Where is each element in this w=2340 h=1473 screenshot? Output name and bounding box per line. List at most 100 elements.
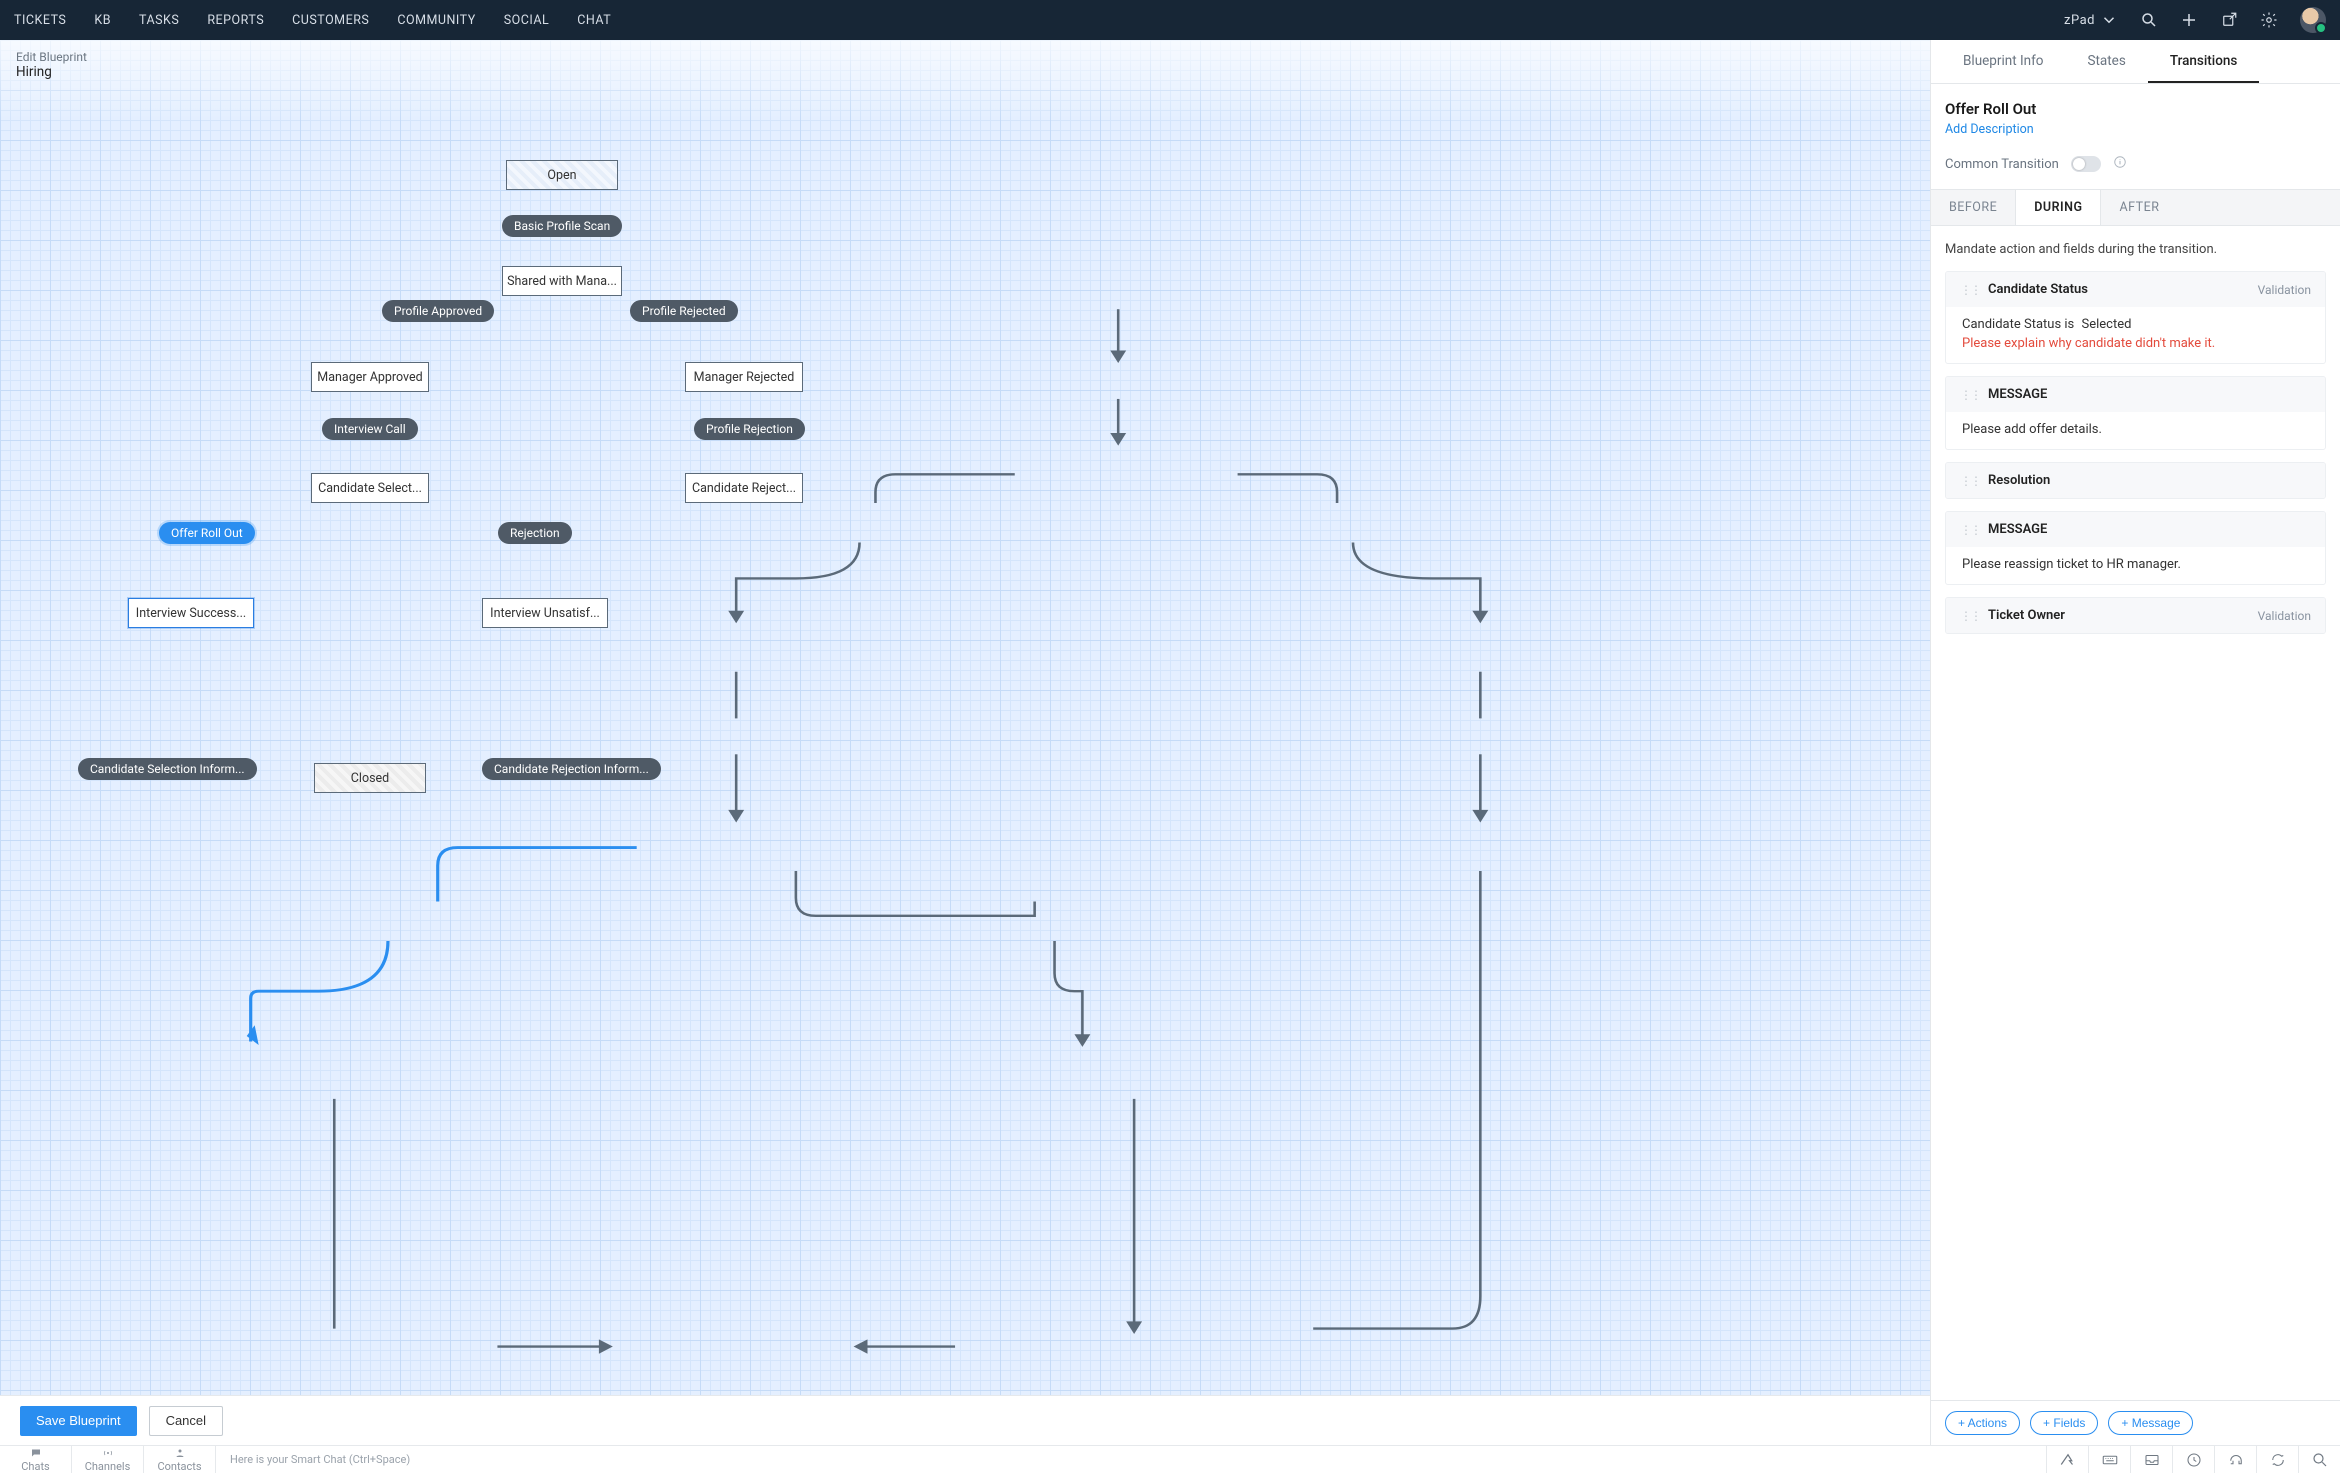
right-panel: Blueprint Info States Transitions Offer … <box>1930 40 2340 1445</box>
nav-chat[interactable]: CHAT <box>577 13 611 28</box>
state-cand-reject[interactable]: Candidate Reject... <box>685 473 803 503</box>
clock-icon[interactable] <box>2172 1446 2214 1473</box>
phase-helper-text: Mandate action and fields during the tra… <box>1945 242 2326 257</box>
card-resolution[interactable]: ⋮⋮ Resolution <box>1945 462 2326 499</box>
add-fields-button[interactable]: + Fields <box>2030 1411 2098 1435</box>
bottom-bar: Chats Channels Contacts Here is your Sma… <box>0 1445 2340 1473</box>
nav-kb[interactable]: KB <box>94 13 111 28</box>
common-transition-toggle[interactable] <box>2071 156 2101 172</box>
nav-customers[interactable]: CUSTOMERS <box>292 13 369 28</box>
blueprint-canvas[interactable]: Open Shared with Mana... Manager Approve… <box>0 40 1930 1395</box>
validation-badge: Validation <box>2258 283 2311 297</box>
top-nav: TICKETS KB TASKS REPORTS CUSTOMERS COMMU… <box>0 0 2340 40</box>
refresh-icon[interactable] <box>2256 1446 2298 1473</box>
nav-reports[interactable]: REPORTS <box>207 13 264 28</box>
rp-footer: + Actions + Fields + Message <box>1931 1400 2340 1445</box>
state-mgr-approved[interactable]: Manager Approved <box>311 362 429 392</box>
phase-before[interactable]: BEFORE <box>1931 190 2015 225</box>
drag-handle-icon[interactable]: ⋮⋮ <box>1960 609 1980 623</box>
phase-after[interactable]: AFTER <box>2101 190 2177 225</box>
plus-icon[interactable] <box>2180 11 2198 29</box>
gear-icon[interactable] <box>2260 11 2278 29</box>
avatar[interactable] <box>2300 7 2326 33</box>
tab-states[interactable]: States <box>2065 40 2147 83</box>
rp-title: Offer Roll Out <box>1945 100 2326 118</box>
bottom-right-icons <box>2046 1446 2340 1473</box>
trans-offer-rollout[interactable]: Offer Roll Out <box>159 522 255 544</box>
state-label: Candidate Reject... <box>692 481 796 496</box>
state-label: Closed <box>351 771 389 786</box>
card-message-1[interactable]: ⋮⋮ MESSAGE Please add offer details. <box>1945 376 2326 450</box>
card-ticket-owner[interactable]: ⋮⋮ Ticket Owner Validation <box>1945 597 2326 634</box>
smart-chat-placeholder: Here is your Smart Chat (Ctrl+Space) <box>230 1453 410 1466</box>
state-cand-select[interactable]: Candidate Select... <box>311 473 429 503</box>
trans-profile-approved[interactable]: Profile Approved <box>382 300 494 322</box>
card-title: MESSAGE <box>1988 522 2047 537</box>
workspace-switcher[interactable]: zPad <box>2064 11 2118 29</box>
trans-basic-scan[interactable]: Basic Profile Scan <box>502 215 622 237</box>
keyboard-icon[interactable] <box>2088 1446 2130 1473</box>
trans-cand-rej-inform[interactable]: Candidate Rejection Inform... <box>482 758 661 780</box>
trans-cand-sel-inform[interactable]: Candidate Selection Inform... <box>78 758 257 780</box>
card-title: Ticket Owner <box>1988 608 2065 623</box>
state-int-success[interactable]: Interview Success... <box>128 598 254 628</box>
nav-items: TICKETS KB TASKS REPORTS CUSTOMERS COMMU… <box>14 13 611 28</box>
state-open[interactable]: Open <box>506 160 618 190</box>
drag-handle-icon[interactable]: ⋮⋮ <box>1960 523 1980 537</box>
drag-handle-icon[interactable]: ⋮⋮ <box>1960 474 1980 488</box>
save-button[interactable]: Save Blueprint <box>20 1406 137 1436</box>
phase-during[interactable]: DURING <box>2015 190 2101 225</box>
topnav-right: zPad <box>2064 7 2326 33</box>
rp-tabs: Blueprint Info States Transitions <box>1931 40 2340 84</box>
trans-rejection[interactable]: Rejection <box>498 522 572 544</box>
tab-chats[interactable]: Chats <box>0 1446 72 1473</box>
trans-profile-rejected[interactable]: Profile Rejected <box>630 300 738 322</box>
card-message-2[interactable]: ⋮⋮ MESSAGE Please reassign ticket to HR … <box>1945 511 2326 585</box>
tab-channels[interactable]: Channels <box>72 1446 144 1473</box>
state-label: Interview Success... <box>136 606 246 621</box>
person-icon <box>173 1447 187 1459</box>
nav-social[interactable]: SOCIAL <box>504 13 550 28</box>
search-icon[interactable] <box>2140 11 2158 29</box>
tray-icon[interactable] <box>2130 1446 2172 1473</box>
state-int-unsat[interactable]: Interview Unsatisf... <box>482 598 608 628</box>
diagram: Open Shared with Mana... Manager Approve… <box>0 40 1930 1395</box>
tab-label: Contacts <box>157 1460 201 1473</box>
edit-header: Edit Blueprint Hiring <box>0 40 103 92</box>
cancel-button[interactable]: Cancel <box>149 1406 223 1436</box>
trans-interview-call[interactable]: Interview Call <box>322 418 418 440</box>
main: Edit Blueprint Hiring <box>0 40 2340 1445</box>
card-title: MESSAGE <box>1988 387 2047 402</box>
state-shared[interactable]: Shared with Mana... <box>502 266 622 296</box>
phase-tabs: BEFORE DURING AFTER <box>1931 189 2340 226</box>
state-label: Open <box>547 168 576 183</box>
state-label: Candidate Select... <box>318 481 422 496</box>
nav-tasks[interactable]: TASKS <box>139 13 179 28</box>
nav-tickets[interactable]: TICKETS <box>14 13 66 28</box>
tab-transitions[interactable]: Transitions <box>2148 40 2260 83</box>
zia-icon[interactable] <box>2046 1446 2088 1473</box>
nav-community[interactable]: COMMUNITY <box>397 13 475 28</box>
card-line-a: Candidate Status is <box>1962 317 2074 332</box>
state-mgr-rejected[interactable]: Manager Rejected <box>685 362 803 392</box>
search-icon-bottom[interactable] <box>2298 1446 2340 1473</box>
tab-contacts[interactable]: Contacts <box>144 1446 216 1473</box>
state-closed[interactable]: Closed <box>314 763 426 793</box>
drag-handle-icon[interactable]: ⋮⋮ <box>1960 283 1980 297</box>
tab-blueprint-info[interactable]: Blueprint Info <box>1941 40 2065 83</box>
card-line-b: Selected <box>2081 317 2131 332</box>
smart-chat-input[interactable]: Here is your Smart Chat (Ctrl+Space) <box>216 1446 2046 1473</box>
headset-icon[interactable] <box>2214 1446 2256 1473</box>
add-description-link[interactable]: Add Description <box>1945 122 2326 137</box>
add-message-button[interactable]: + Message <box>2108 1411 2193 1435</box>
drag-handle-icon[interactable]: ⋮⋮ <box>1960 388 1980 402</box>
common-transition-label: Common Transition <box>1945 157 2059 172</box>
export-icon[interactable] <box>2220 11 2238 29</box>
info-icon[interactable] <box>2113 155 2127 173</box>
trans-profile-rejection[interactable]: Profile Rejection <box>694 418 805 440</box>
chat-bubble-icon <box>29 1447 43 1459</box>
add-actions-button[interactable]: + Actions <box>1945 1411 2020 1435</box>
chevron-down-icon <box>2100 11 2118 29</box>
card-candidate-status[interactable]: ⋮⋮ Candidate Status Validation Candidate… <box>1945 271 2326 364</box>
tab-label: Chats <box>21 1460 49 1473</box>
